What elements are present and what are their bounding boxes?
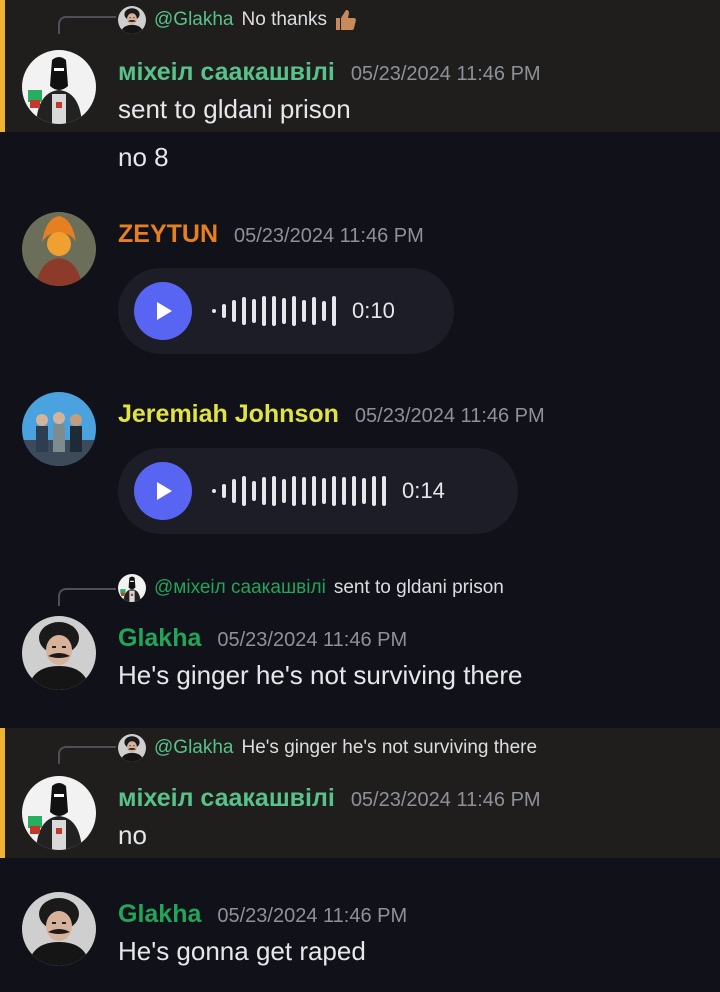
username[interactable]: міхеіл саакашвілі (118, 784, 335, 813)
reply-mention[interactable]: @міхеіл саакашвілі (154, 577, 326, 599)
timestamp: 05/23/2024 11:46 PM (350, 789, 541, 811)
play-icon[interactable] (134, 462, 192, 520)
avatar-flame-icon[interactable] (22, 212, 96, 286)
avatar-mustache-icon[interactable] (22, 616, 96, 690)
timestamp: 05/23/2024 11:46 PM (217, 629, 408, 651)
reply-mention[interactable]: @Glakha (154, 9, 234, 31)
reply-connector (58, 588, 116, 606)
voice-duration: 0:10 (352, 298, 395, 323)
voice-duration: 0:14 (402, 478, 445, 503)
username[interactable]: Glakha (118, 624, 201, 653)
message-text: He's gonna get raped (118, 936, 366, 966)
timestamp: 05/23/2024 11:46 PM (354, 405, 545, 427)
play-icon[interactable] (134, 282, 192, 340)
reply-connector (58, 746, 116, 764)
message-text: no 8 (118, 142, 169, 172)
reply-preview[interactable]: @міхеіл саакашвілі sent to gldani prison (118, 574, 504, 602)
message-text: He's ginger he's not surviving there (118, 660, 523, 690)
mini-avatar-icon (118, 574, 146, 602)
mini-avatar-icon (118, 6, 146, 34)
avatar-masked-icon[interactable] (22, 50, 96, 124)
voice-message: 0:14 (118, 448, 518, 534)
avatar-group-photo-icon[interactable] (22, 392, 96, 466)
reply-preview[interactable]: @Glakha He's ginger he's not surviving t… (118, 734, 537, 762)
avatar-masked-icon[interactable] (22, 776, 96, 850)
waveform[interactable] (212, 296, 342, 326)
username[interactable]: Glakha (118, 900, 201, 929)
reply-mention[interactable]: @Glakha (154, 737, 234, 759)
reply-connector (58, 16, 116, 34)
reply-text: He's ginger he's not surviving there (241, 737, 538, 758)
voice-message: 0:10 (118, 268, 454, 354)
reply-text: No thanks (241, 9, 328, 30)
message-text: sent to gldani prison (118, 94, 351, 124)
timestamp: 05/23/2024 11:46 PM (350, 63, 541, 85)
username[interactable]: міхеіл саакашвілі (118, 58, 335, 87)
timestamp: 05/23/2024 11:46 PM (217, 905, 408, 927)
timestamp: 05/23/2024 11:46 PM (234, 225, 424, 247)
avatar-mustache-icon[interactable] (22, 892, 96, 966)
thumbs-up-emoji-icon (333, 8, 357, 32)
username[interactable]: ZEYTUN (118, 220, 218, 249)
reply-text: sent to gldani prison (333, 577, 504, 598)
username[interactable]: Jeremiah Johnson (118, 400, 339, 429)
mini-avatar-icon (118, 734, 146, 762)
message-text: no (118, 820, 147, 850)
waveform[interactable] (212, 476, 392, 506)
reply-preview[interactable]: @Glakha No thanks (118, 6, 357, 34)
